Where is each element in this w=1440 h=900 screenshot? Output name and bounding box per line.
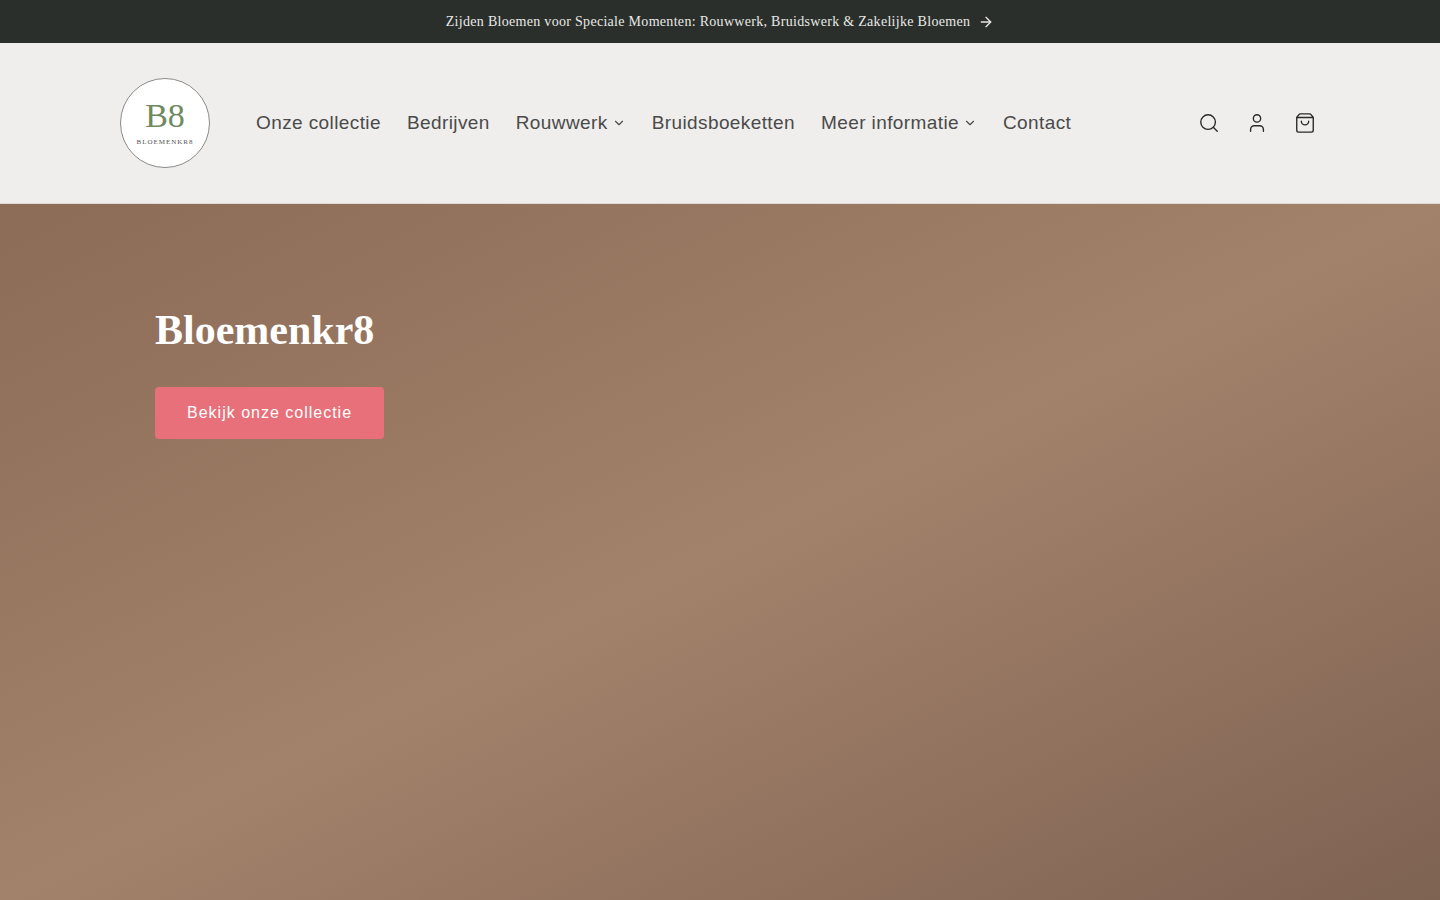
announcement-bar[interactable]: Zijden Bloemen voor Speciale Momenten: R… [0, 0, 1440, 43]
announcement-text[interactable]: Zijden Bloemen voor Speciale Momenten: R… [446, 11, 970, 32]
chevron-down-icon [612, 116, 626, 130]
search-icon[interactable] [1198, 112, 1220, 134]
nav-item[interactable]: Bedrijven [407, 109, 490, 138]
hero-title: Bloemenkr8 [155, 304, 374, 357]
nav-item[interactable]: Bruidsboeketten [652, 109, 795, 138]
hero: Bloemenkr8 Bekijk onze collectie [0, 204, 1440, 900]
logo-monogram: B8 [145, 99, 185, 133]
arrow-right-icon [978, 14, 994, 30]
nav-item[interactable]: Onze collectie [256, 109, 381, 138]
main-nav: Onze collectie Bedrijven Rouwwerk Bruidsboe… [256, 109, 1071, 138]
hero-content: Bloemenkr8 Bekijk onze collectie [120, 204, 1320, 439]
nav-item[interactable]: Rouwwerk [516, 109, 626, 138]
chevron-down-icon [963, 116, 977, 130]
logo[interactable]: B8 BLOEMENKR8 [120, 78, 210, 168]
hero-button[interactable]: Bekijk onze collectie [155, 387, 384, 439]
nav-item[interactable]: Contact [1003, 109, 1071, 138]
cart-icon[interactable] [1294, 112, 1316, 134]
logo-name: BLOEMENKR8 [136, 137, 193, 148]
header: B8 BLOEMENKR8 Onze collectie Bedrijven Rouww… [0, 43, 1440, 204]
page: Zijden Bloemen voor Speciale Momenten: R… [0, 0, 1440, 900]
account-icon[interactable] [1246, 112, 1268, 134]
nav-item[interactable]: Meer informatie [821, 109, 977, 138]
